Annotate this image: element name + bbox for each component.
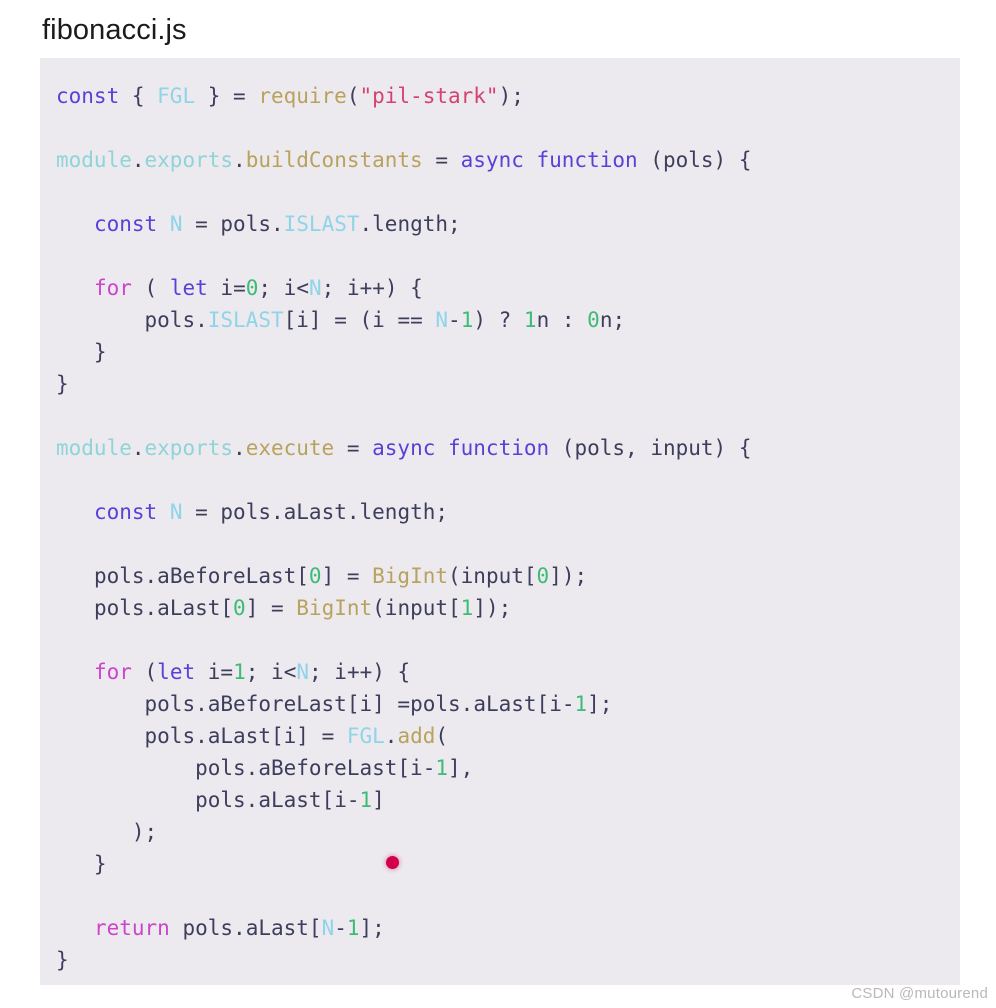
code-line: } — [56, 852, 107, 876]
code-line: pols.ISLAST[i] = (i == N-1) ? 1n : 0n; — [144, 308, 626, 332]
code-line: pols.aLast[0] = BigInt(input[1]); — [93, 596, 512, 620]
code-line: return pols.aLast[N-1]; — [93, 916, 385, 940]
code-line: pols.aLast[i] = FGL.add( — [144, 724, 449, 748]
code-line: module.exports.execute = async function … — [56, 436, 752, 460]
code-line: for ( let i=0; i<N; i++) { — [93, 276, 423, 300]
code-line: const N = pols.aLast.length; — [93, 500, 449, 524]
page-title: fibonacci.js — [42, 14, 187, 46]
mouse-cursor-dot — [385, 855, 399, 869]
watermark: CSDN @mutourend — [851, 985, 988, 1002]
code-line: module.exports.buildConstants = async fu… — [56, 148, 752, 172]
code-line: ); — [56, 820, 158, 844]
code-line: for (let i=1; i<N; i++) { — [93, 660, 411, 684]
code-line: pols.aBeforeLast[i-1], — [195, 756, 474, 780]
code-line: pols.aLast[i-1] — [195, 788, 385, 812]
code-line: const { FGL } = require("pil-stark"); — [56, 84, 524, 108]
code-line: const N = pols.ISLAST.length; — [93, 212, 461, 236]
code-line: } — [56, 372, 69, 396]
code-line: pols.aBeforeLast[0] = BigInt(input[0]); — [93, 564, 588, 588]
code-line: } — [56, 948, 69, 972]
code-content[interactable]: const { FGL } = require("pil-stark"); mo… — [40, 80, 960, 976]
code-line: pols.aBeforeLast[i] =pols.aLast[i-1]; — [144, 692, 613, 716]
code-block[interactable]: const { FGL } = require("pil-stark"); mo… — [40, 58, 960, 985]
code-line: } — [56, 340, 107, 364]
